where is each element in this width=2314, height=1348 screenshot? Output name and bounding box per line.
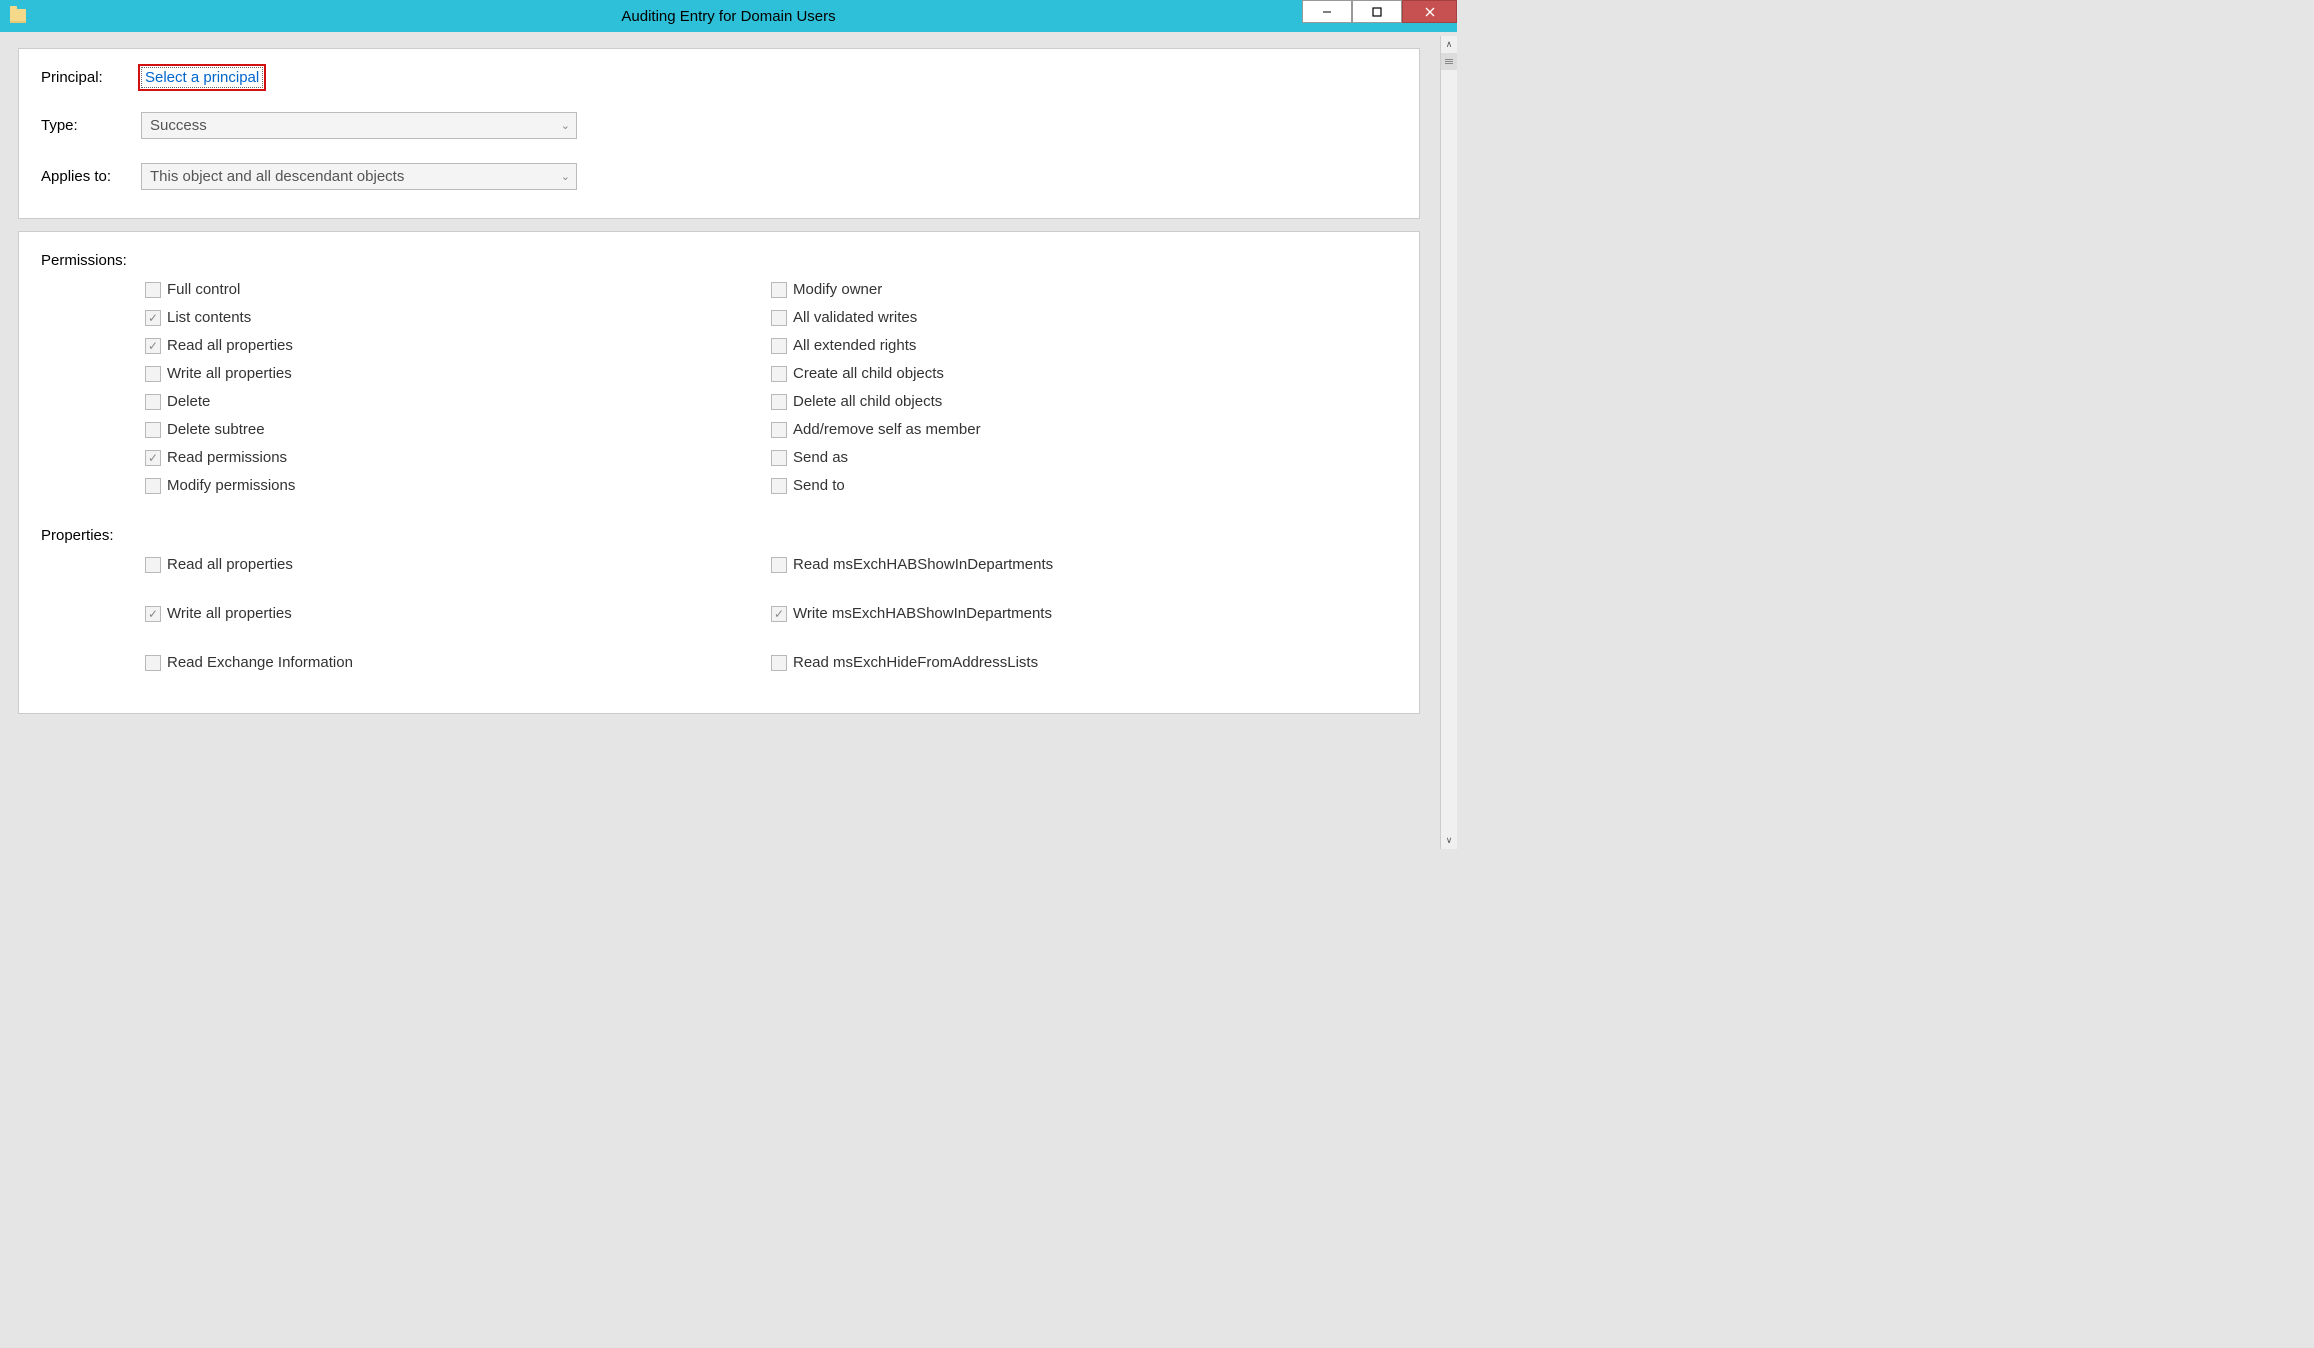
permissions-section: Permissions: Full control List contents Re… xyxy=(18,231,1420,714)
applies-to-value: This object and all descendant objects xyxy=(150,168,404,185)
permission-checkbox xyxy=(145,338,161,354)
permission-label: Send to xyxy=(793,477,845,494)
permission-label: Modify owner xyxy=(793,281,882,298)
permission-item: Full control xyxy=(145,281,771,298)
permission-item: Send to xyxy=(771,477,1397,494)
property-item: Read msExchHABShowInDepartments xyxy=(771,556,1397,573)
property-item: Write msExchHABShowInDepartments xyxy=(771,605,1397,622)
permission-checkbox xyxy=(771,310,787,326)
minimize-button[interactable] xyxy=(1302,0,1352,23)
permission-label: Create all child objects xyxy=(793,365,944,382)
permission-checkbox xyxy=(145,450,161,466)
applies-to-label: Applies to: xyxy=(41,168,141,185)
permission-label: Read permissions xyxy=(167,449,287,466)
window-title: Auditing Entry for Domain Users xyxy=(621,8,835,25)
property-checkbox xyxy=(145,557,161,573)
chevron-down-icon: ⌄ xyxy=(561,119,570,132)
vertical-scrollbar[interactable]: ∧ ∨ xyxy=(1440,36,1457,849)
permission-checkbox xyxy=(145,310,161,326)
permission-label: Send as xyxy=(793,449,848,466)
permission-checkbox xyxy=(145,478,161,494)
property-label: Read all properties xyxy=(167,556,293,573)
permission-label: Add/remove self as member xyxy=(793,421,981,438)
permission-label: All validated writes xyxy=(793,309,917,326)
permission-item: Create all child objects xyxy=(771,365,1397,382)
permission-checkbox xyxy=(145,422,161,438)
property-checkbox xyxy=(145,655,161,671)
permission-checkbox xyxy=(145,366,161,382)
permission-checkbox xyxy=(771,394,787,410)
permission-checkbox xyxy=(771,366,787,382)
property-label: Read msExchHideFromAddressLists xyxy=(793,654,1038,671)
permission-checkbox xyxy=(771,282,787,298)
select-principal-link[interactable]: Select a principal xyxy=(141,67,263,88)
window-controls xyxy=(1302,0,1457,32)
property-label: Write all properties xyxy=(167,605,292,622)
permission-checkbox xyxy=(771,478,787,494)
permission-label: List contents xyxy=(167,309,251,326)
permission-checkbox xyxy=(771,422,787,438)
property-checkbox xyxy=(771,557,787,573)
type-label: Type: xyxy=(41,117,141,134)
permission-item: Write all properties xyxy=(145,365,771,382)
main-panel: Principal: Select a principal Type: Succ… xyxy=(4,36,1440,849)
permission-label: Write all properties xyxy=(167,365,292,382)
permission-label: Delete xyxy=(167,393,210,410)
scroll-options-icon[interactable] xyxy=(1441,53,1457,70)
permission-item: Send as xyxy=(771,449,1397,466)
permission-item: Modify permissions xyxy=(145,477,771,494)
content-area: Principal: Select a principal Type: Succ… xyxy=(0,32,1457,849)
permissions-heading: Permissions: xyxy=(41,252,1397,269)
permission-item: Delete xyxy=(145,393,771,410)
maximize-button[interactable] xyxy=(1352,0,1402,23)
property-label: Read Exchange Information xyxy=(167,654,353,671)
close-button[interactable] xyxy=(1402,0,1457,23)
property-item: Read Exchange Information xyxy=(145,654,771,671)
property-item: Write all properties xyxy=(145,605,771,622)
type-combobox[interactable]: Success ⌄ xyxy=(141,112,577,139)
permission-label: Modify permissions xyxy=(167,477,295,494)
permission-label: All extended rights xyxy=(793,337,916,354)
scroll-up-arrow-icon[interactable]: ∧ xyxy=(1441,36,1457,53)
type-value: Success xyxy=(150,117,207,134)
property-label: Write msExchHABShowInDepartments xyxy=(793,605,1052,622)
principal-section: Principal: Select a principal Type: Succ… xyxy=(18,48,1420,219)
property-checkbox xyxy=(771,606,787,622)
permission-checkbox xyxy=(771,338,787,354)
applies-to-combobox[interactable]: This object and all descendant objects ⌄ xyxy=(141,163,577,190)
properties-heading: Properties: xyxy=(41,527,1397,544)
permission-item: Delete subtree xyxy=(145,421,771,438)
auditing-entry-window: Auditing Entry for Domain Users Principa… xyxy=(0,0,1457,849)
property-checkbox xyxy=(771,655,787,671)
permission-item: Read permissions xyxy=(145,449,771,466)
titlebar: Auditing Entry for Domain Users xyxy=(0,0,1457,32)
permission-checkbox xyxy=(145,282,161,298)
permission-item: Delete all child objects xyxy=(771,393,1397,410)
permission-label: Delete subtree xyxy=(167,421,265,438)
scroll-down-arrow-icon[interactable]: ∨ xyxy=(1441,832,1457,849)
permission-label: Read all properties xyxy=(167,337,293,354)
permission-item: Read all properties xyxy=(145,337,771,354)
permission-item: List contents xyxy=(145,309,771,326)
permission-label: Delete all child objects xyxy=(793,393,942,410)
scroll-track[interactable] xyxy=(1441,70,1457,832)
permission-item: All extended rights xyxy=(771,337,1397,354)
property-checkbox xyxy=(145,606,161,622)
property-label: Read msExchHABShowInDepartments xyxy=(793,556,1053,573)
permission-label: Full control xyxy=(167,281,240,298)
chevron-down-icon: ⌄ xyxy=(561,170,570,183)
permission-item: Add/remove self as member xyxy=(771,421,1397,438)
permission-checkbox xyxy=(145,394,161,410)
permission-item: Modify owner xyxy=(771,281,1397,298)
property-item: Read all properties xyxy=(145,556,771,573)
property-item: Read msExchHideFromAddressLists xyxy=(771,654,1397,671)
permission-checkbox xyxy=(771,450,787,466)
folder-icon xyxy=(10,9,26,23)
principal-label: Principal: xyxy=(41,69,141,86)
permission-item: All validated writes xyxy=(771,309,1397,326)
